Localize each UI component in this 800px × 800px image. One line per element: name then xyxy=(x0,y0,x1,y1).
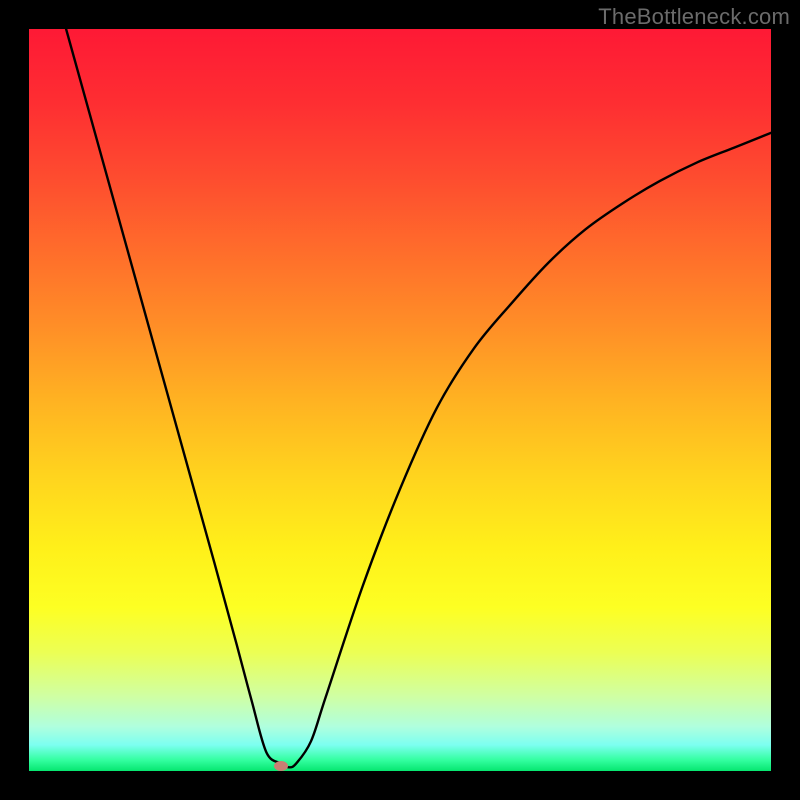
bottleneck-curve xyxy=(29,29,771,771)
watermark-text: TheBottleneck.com xyxy=(598,4,790,30)
optimum-marker xyxy=(274,761,288,771)
chart-frame xyxy=(29,29,771,771)
